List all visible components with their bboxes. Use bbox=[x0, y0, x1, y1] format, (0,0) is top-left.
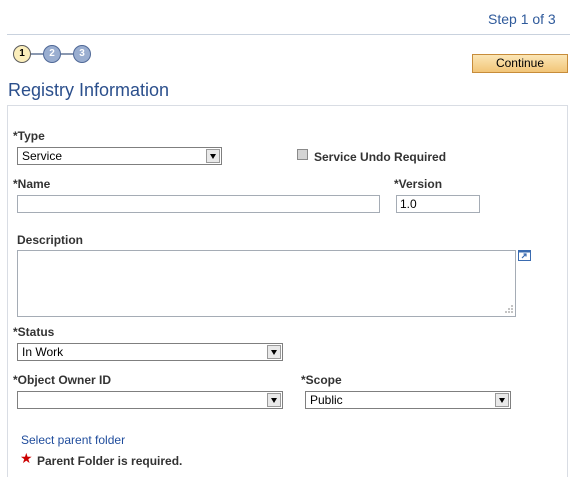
resize-grip-icon[interactable] bbox=[504, 304, 514, 314]
select-parent-folder-link[interactable]: Select parent folder bbox=[21, 433, 125, 447]
name-label: *Name bbox=[13, 177, 51, 191]
chevron-down-icon[interactable] bbox=[495, 393, 509, 407]
expand-textarea-icon[interactable] bbox=[518, 250, 531, 261]
header-divider bbox=[7, 34, 570, 35]
status-label: *Status bbox=[13, 325, 55, 339]
required-star-icon: ★ bbox=[20, 450, 33, 466]
description-textarea[interactable] bbox=[17, 250, 516, 317]
version-input[interactable]: 1.0 bbox=[396, 195, 480, 213]
owner-label: *Object Owner ID bbox=[13, 373, 112, 387]
chevron-down-icon[interactable] bbox=[267, 345, 281, 359]
continue-button[interactable]: Continue bbox=[472, 54, 568, 73]
version-label: *Version bbox=[394, 177, 443, 191]
step-connector bbox=[61, 53, 73, 55]
scope-select[interactable]: Public bbox=[305, 391, 511, 409]
parent-folder-error: Parent Folder is required. bbox=[37, 454, 183, 468]
step-2[interactable]: 2 bbox=[43, 45, 61, 63]
chevron-down-icon[interactable] bbox=[206, 149, 220, 163]
status-select[interactable]: In Work bbox=[17, 343, 283, 361]
step-indicator-text: Step 1 of 3 bbox=[488, 11, 556, 27]
type-label: *Type bbox=[13, 129, 45, 143]
step-1[interactable]: 1 bbox=[13, 45, 31, 63]
step-3[interactable]: 3 bbox=[73, 45, 91, 63]
page-title: Registry Information bbox=[8, 80, 170, 100]
name-input[interactable] bbox=[17, 195, 380, 213]
step-connector bbox=[31, 53, 43, 55]
owner-select[interactable] bbox=[17, 391, 283, 409]
chevron-down-icon[interactable] bbox=[267, 393, 281, 407]
scope-select-value: Public bbox=[310, 393, 343, 407]
type-select-value: Service bbox=[22, 149, 63, 163]
service-undo-checkbox[interactable] bbox=[297, 149, 308, 160]
type-select[interactable]: Service bbox=[17, 147, 222, 165]
description-label: Description bbox=[17, 233, 84, 247]
service-undo-label: Service Undo Required bbox=[314, 150, 447, 164]
scope-label: *Scope bbox=[301, 373, 342, 387]
status-select-value: In Work bbox=[22, 345, 64, 359]
